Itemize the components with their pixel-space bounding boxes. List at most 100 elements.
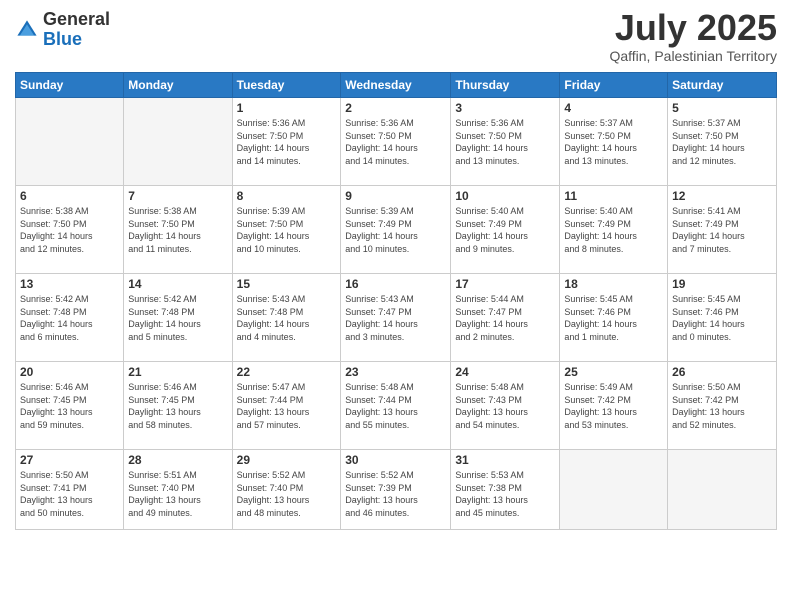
weekday-header: Wednesday [341, 73, 451, 98]
day-number: 17 [455, 277, 555, 291]
calendar-cell [668, 450, 777, 530]
day-info: Sunrise: 5:42 AM Sunset: 7:48 PM Dayligh… [20, 293, 119, 343]
calendar-cell: 26 Sunrise: 5:50 AM Sunset: 7:42 PM Dayli… [668, 362, 777, 450]
day-number: 3 [455, 101, 555, 115]
day-number: 28 [128, 453, 227, 467]
calendar-cell: 20 Sunrise: 5:46 AM Sunset: 7:45 PM Dayli… [16, 362, 124, 450]
calendar-cell: 11 Sunrise: 5:40 AM Sunset: 7:49 PM Dayli… [560, 186, 668, 274]
weekday-header: Tuesday [232, 73, 341, 98]
calendar-cell: 18 Sunrise: 5:45 AM Sunset: 7:46 PM Dayli… [560, 274, 668, 362]
day-number: 2 [345, 101, 446, 115]
calendar-cell [124, 98, 232, 186]
day-info: Sunrise: 5:52 AM Sunset: 7:40 PM Dayligh… [237, 469, 337, 519]
day-number: 9 [345, 189, 446, 203]
calendar-cell: 5 Sunrise: 5:37 AM Sunset: 7:50 PM Daylig… [668, 98, 777, 186]
day-info: Sunrise: 5:36 AM Sunset: 7:50 PM Dayligh… [237, 117, 337, 167]
day-info: Sunrise: 5:43 AM Sunset: 7:48 PM Dayligh… [237, 293, 337, 343]
day-number: 19 [672, 277, 772, 291]
day-number: 22 [237, 365, 337, 379]
calendar-cell: 17 Sunrise: 5:44 AM Sunset: 7:47 PM Dayli… [451, 274, 560, 362]
day-info: Sunrise: 5:52 AM Sunset: 7:39 PM Dayligh… [345, 469, 446, 519]
calendar-cell: 16 Sunrise: 5:43 AM Sunset: 7:47 PM Dayli… [341, 274, 451, 362]
calendar-cell: 24 Sunrise: 5:48 AM Sunset: 7:43 PM Dayli… [451, 362, 560, 450]
logo: General Blue [15, 10, 110, 50]
page: General Blue July 2025 Qaffin, Palestini… [0, 0, 792, 612]
calendar-week-row: 6 Sunrise: 5:38 AM Sunset: 7:50 PM Daylig… [16, 186, 777, 274]
day-info: Sunrise: 5:37 AM Sunset: 7:50 PM Dayligh… [672, 117, 772, 167]
day-number: 5 [672, 101, 772, 115]
day-info: Sunrise: 5:49 AM Sunset: 7:42 PM Dayligh… [564, 381, 663, 431]
calendar-cell: 7 Sunrise: 5:38 AM Sunset: 7:50 PM Daylig… [124, 186, 232, 274]
day-number: 23 [345, 365, 446, 379]
day-info: Sunrise: 5:44 AM Sunset: 7:47 PM Dayligh… [455, 293, 555, 343]
day-info: Sunrise: 5:48 AM Sunset: 7:43 PM Dayligh… [455, 381, 555, 431]
day-number: 21 [128, 365, 227, 379]
calendar-header-row: SundayMondayTuesdayWednesdayThursdayFrid… [16, 73, 777, 98]
calendar-cell: 29Sunrise: 5:52 AM Sunset: 7:40 PM Dayli… [232, 450, 341, 530]
day-number: 13 [20, 277, 119, 291]
day-info: Sunrise: 5:40 AM Sunset: 7:49 PM Dayligh… [564, 205, 663, 255]
day-number: 31 [455, 453, 555, 467]
calendar-cell: 4Sunrise: 5:37 AM Sunset: 7:50 PM Daylig… [560, 98, 668, 186]
day-number: 24 [455, 365, 555, 379]
day-info: Sunrise: 5:36 AM Sunset: 7:50 PM Dayligh… [455, 117, 555, 167]
weekday-header: Thursday [451, 73, 560, 98]
day-number: 1 [237, 101, 337, 115]
weekday-header: Monday [124, 73, 232, 98]
calendar-cell [560, 450, 668, 530]
calendar-cell: 8Sunrise: 5:39 AM Sunset: 7:50 PM Daylig… [232, 186, 341, 274]
logo-icon [15, 18, 39, 42]
calendar-cell: 6 Sunrise: 5:38 AM Sunset: 7:50 PM Daylig… [16, 186, 124, 274]
day-info: Sunrise: 5:47 AM Sunset: 7:44 PM Dayligh… [237, 381, 337, 431]
calendar-cell: 28 Sunrise: 5:51 AM Sunset: 7:40 PM Dayli… [124, 450, 232, 530]
day-number: 11 [564, 189, 663, 203]
day-info: Sunrise: 5:45 AM Sunset: 7:46 PM Dayligh… [672, 293, 772, 343]
calendar-cell: 22 Sunrise: 5:47 AM Sunset: 7:44 PM Dayli… [232, 362, 341, 450]
weekday-header: Friday [560, 73, 668, 98]
day-info: Sunrise: 5:43 AM Sunset: 7:47 PM Dayligh… [345, 293, 446, 343]
day-info: Sunrise: 5:51 AM Sunset: 7:40 PM Dayligh… [128, 469, 227, 519]
day-info: Sunrise: 5:50 AM Sunset: 7:42 PM Dayligh… [672, 381, 772, 431]
calendar-cell: 30Sunrise: 5:52 AM Sunset: 7:39 PM Dayli… [341, 450, 451, 530]
day-info: Sunrise: 5:40 AM Sunset: 7:49 PM Dayligh… [455, 205, 555, 255]
day-info: Sunrise: 5:46 AM Sunset: 7:45 PM Dayligh… [128, 381, 227, 431]
day-number: 16 [345, 277, 446, 291]
day-info: Sunrise: 5:38 AM Sunset: 7:50 PM Dayligh… [20, 205, 119, 255]
day-info: Sunrise: 5:39 AM Sunset: 7:49 PM Dayligh… [345, 205, 446, 255]
calendar-cell: 31 Sunrise: 5:53 AM Sunset: 7:38 PM Dayli… [451, 450, 560, 530]
calendar-cell: 15 Sunrise: 5:43 AM Sunset: 7:48 PM Dayli… [232, 274, 341, 362]
day-number: 6 [20, 189, 119, 203]
calendar-cell: 10 Sunrise: 5:40 AM Sunset: 7:49 PM Dayli… [451, 186, 560, 274]
day-info: Sunrise: 5:38 AM Sunset: 7:50 PM Dayligh… [128, 205, 227, 255]
calendar-cell: 23 Sunrise: 5:48 AM Sunset: 7:44 PM Dayli… [341, 362, 451, 450]
day-info: Sunrise: 5:45 AM Sunset: 7:46 PM Dayligh… [564, 293, 663, 343]
day-number: 20 [20, 365, 119, 379]
day-number: 25 [564, 365, 663, 379]
day-number: 26 [672, 365, 772, 379]
calendar-cell [16, 98, 124, 186]
location: Qaffin, Palestinian Territory [609, 48, 777, 64]
day-info: Sunrise: 5:42 AM Sunset: 7:48 PM Dayligh… [128, 293, 227, 343]
calendar-week-row: 1 Sunrise: 5:36 AM Sunset: 7:50 PM Daylig… [16, 98, 777, 186]
day-number: 7 [128, 189, 227, 203]
title-block: July 2025 Qaffin, Palestinian Territory [609, 10, 777, 64]
month-title: July 2025 [609, 10, 777, 46]
logo-general: General [43, 9, 110, 29]
weekday-header: Saturday [668, 73, 777, 98]
day-info: Sunrise: 5:53 AM Sunset: 7:38 PM Dayligh… [455, 469, 555, 519]
day-number: 27 [20, 453, 119, 467]
calendar-cell: 21 Sunrise: 5:46 AM Sunset: 7:45 PM Dayli… [124, 362, 232, 450]
day-number: 12 [672, 189, 772, 203]
day-number: 18 [564, 277, 663, 291]
day-info: Sunrise: 5:41 AM Sunset: 7:49 PM Dayligh… [672, 205, 772, 255]
day-number: 10 [455, 189, 555, 203]
day-info: Sunrise: 5:39 AM Sunset: 7:50 PM Dayligh… [237, 205, 337, 255]
calendar-week-row: 20 Sunrise: 5:46 AM Sunset: 7:45 PM Dayli… [16, 362, 777, 450]
logo-blue: Blue [43, 29, 82, 49]
weekday-header: Sunday [16, 73, 124, 98]
day-info: Sunrise: 5:46 AM Sunset: 7:45 PM Dayligh… [20, 381, 119, 431]
calendar-cell: 9 Sunrise: 5:39 AM Sunset: 7:49 PM Daylig… [341, 186, 451, 274]
day-info: Sunrise: 5:48 AM Sunset: 7:44 PM Dayligh… [345, 381, 446, 431]
day-number: 15 [237, 277, 337, 291]
calendar-cell: 12 Sunrise: 5:41 AM Sunset: 7:49 PM Dayli… [668, 186, 777, 274]
